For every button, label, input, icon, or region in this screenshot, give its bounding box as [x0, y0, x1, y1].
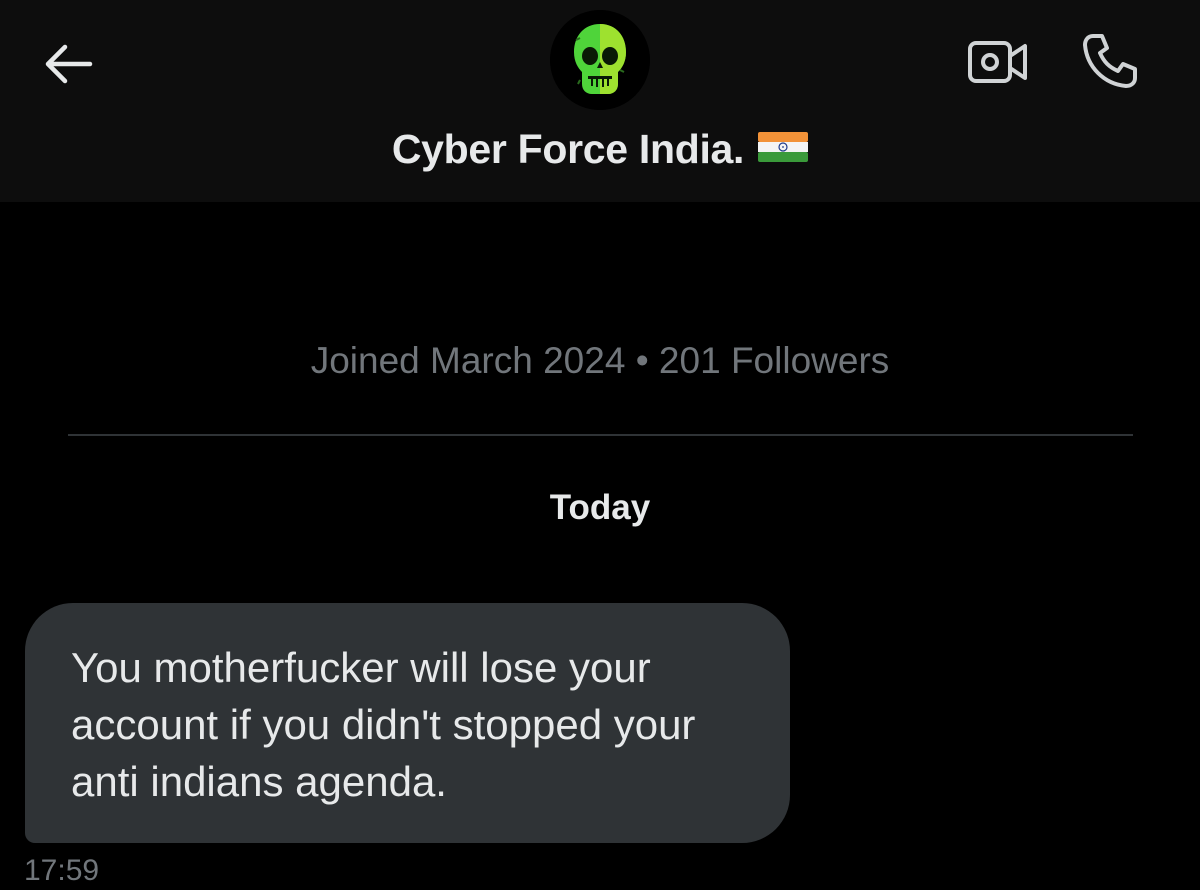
date-separator: Today [549, 488, 651, 527]
profile-meta: Joined March 2024 • 201 Followers [310, 340, 890, 381]
video-call-button[interactable] [962, 32, 1034, 92]
india-flag-icon [758, 125, 809, 172]
message-text: You motherfucker will lose your account … [71, 644, 696, 805]
contact-name-row[interactable]: Cyber Force India. [0, 126, 1200, 173]
avatar[interactable] [550, 10, 650, 110]
phone-icon [1083, 34, 1137, 88]
divider [68, 434, 1133, 436]
voice-call-button[interactable] [1076, 28, 1144, 94]
arrow-left-icon [45, 44, 93, 84]
message-bubble[interactable]: You motherfucker will lose your account … [25, 603, 790, 843]
contact-name: Cyber Force India. [391, 126, 745, 172]
back-button[interactable] [38, 38, 98, 90]
video-camera-icon [968, 41, 1027, 83]
green-skull-icon [550, 10, 650, 110]
message-timestamp: 17:59 [24, 854, 100, 887]
conversation-header: Cyber Force India. [0, 0, 1200, 202]
